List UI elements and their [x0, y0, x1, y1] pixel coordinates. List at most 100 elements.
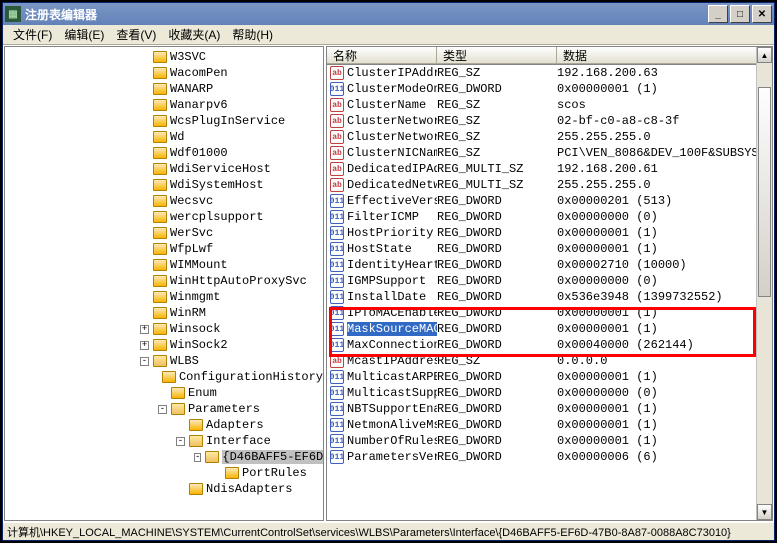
value-type: REG_SZ — [437, 354, 557, 368]
menu-file[interactable]: 文件(F) — [7, 24, 58, 45]
tree-item[interactable]: ConfigurationHistory — [5, 369, 323, 385]
list-row[interactable]: 011MulticastSupp...REG_DWORD0x00000000 (… — [327, 385, 772, 401]
list-row[interactable]: 011MulticastARPE...REG_DWORD0x00000001 (… — [327, 369, 772, 385]
list-row[interactable]: abDedicatedNetw...REG_MULTI_SZ255.255.25… — [327, 177, 772, 193]
string-value-icon: ab — [330, 146, 344, 160]
dword-value-icon: 011 — [330, 370, 344, 384]
tree-pane[interactable]: W3SVCWacomPenWANARPWanarpv6WcsPlugInServ… — [4, 46, 324, 521]
list-row[interactable]: 011ParametersVer...REG_DWORD0x00000006 (… — [327, 449, 772, 465]
tree-item[interactable]: WdiServiceHost — [5, 161, 323, 177]
list-row[interactable]: 011HostStateREG_DWORD0x00000001 (1) — [327, 241, 772, 257]
tree-item[interactable]: -{D46BAFF5-EF6D-47 — [5, 449, 323, 465]
expand-icon[interactable]: + — [140, 325, 149, 334]
tree-item[interactable]: WdiSystemHost — [5, 177, 323, 193]
statusbar-path: 计算机\HKEY_LOCAL_MACHINE\SYSTEM\CurrentCon… — [7, 524, 731, 540]
tree-item[interactable]: W3SVC — [5, 49, 323, 65]
tree-item[interactable]: PortRules — [5, 465, 323, 481]
tree-item[interactable]: WIMMount — [5, 257, 323, 273]
tree-item[interactable]: +WinSock2 — [5, 337, 323, 353]
value-name: DedicatedIPAd... — [347, 162, 437, 176]
list-row[interactable]: 011NumberOfRulesREG_DWORD0x00000001 (1) — [327, 433, 772, 449]
menu-help[interactable]: 帮助(H) — [226, 24, 279, 45]
list-row[interactable]: 011IdentityHeart...REG_DWORD0x00002710 (… — [327, 257, 772, 273]
tree-item[interactable]: Adapters — [5, 417, 323, 433]
tree-item[interactable]: Wd — [5, 129, 323, 145]
value-type: REG_DWORD — [437, 338, 557, 352]
list-row[interactable]: abMcastIPAddressREG_SZ0.0.0.0 — [327, 353, 772, 369]
titlebar[interactable]: ▦ 注册表编辑器 _ □ ✕ — [3, 3, 774, 25]
tree-item[interactable]: +Winsock — [5, 321, 323, 337]
tree-item[interactable]: WANARP — [5, 81, 323, 97]
list-row[interactable]: 011NetmonAliveMsgsREG_DWORD0x00000001 (1… — [327, 417, 772, 433]
folder-icon — [153, 163, 167, 175]
value-data: 02-bf-c0-a8-c8-3f — [557, 114, 772, 128]
list-row[interactable]: 011IGMPSupportREG_DWORD0x00000000 (0) — [327, 273, 772, 289]
tree-item[interactable]: - Parameters — [5, 401, 323, 417]
collapse-icon[interactable]: - — [140, 357, 149, 366]
dword-value-icon: 011 — [330, 322, 344, 336]
tree-item[interactable]: WcsPlugInService — [5, 113, 323, 129]
scroll-thumb[interactable] — [758, 87, 771, 297]
maximize-button[interactable]: □ — [730, 5, 750, 23]
column-name[interactable]: 名称 — [327, 47, 437, 64]
folder-icon — [153, 355, 167, 367]
collapse-icon[interactable]: - — [194, 453, 201, 462]
value-name: MaskSourceMAC — [347, 322, 437, 336]
expand-icon[interactable]: + — [140, 341, 149, 350]
tree-item[interactable]: WinHttpAutoProxySvc — [5, 273, 323, 289]
tree-item[interactable]: WinRM — [5, 305, 323, 321]
minimize-button[interactable]: _ — [708, 5, 728, 23]
tree-item[interactable]: wercplsupport — [5, 209, 323, 225]
tree-item[interactable]: -Interface — [5, 433, 323, 449]
tree-item[interactable]: Wanarpv6 — [5, 97, 323, 113]
menu-view[interactable]: 查看(V) — [110, 24, 162, 45]
tree-label: WdiServiceHost — [170, 162, 271, 176]
list-row[interactable]: 011EffectiveVersionREG_DWORD0x00000201 (… — [327, 193, 772, 209]
list-row[interactable]: 011MaxConnection...REG_DWORD0x00040000 (… — [327, 337, 772, 353]
tree-item[interactable]: -WLBS — [5, 353, 323, 369]
list-row[interactable]: 011ClusterModeOn...REG_DWORD0x00000001 (… — [327, 81, 772, 97]
collapse-icon[interactable]: - — [176, 437, 185, 446]
dword-value-icon: 011 — [330, 386, 344, 400]
list-row[interactable]: abClusterNetwor...REG_SZ255.255.255.0 — [327, 129, 772, 145]
close-button[interactable]: ✕ — [752, 5, 772, 23]
list-row[interactable]: abClusterNameREG_SZscos — [327, 97, 772, 113]
menu-edit[interactable]: 编辑(E) — [58, 24, 110, 45]
list-row[interactable]: 011InstallDateREG_DWORD0x536e3948 (13997… — [327, 289, 772, 305]
list-row[interactable]: 011NBTSupportEnableREG_DWORD0x00000001 (… — [327, 401, 772, 417]
scroll-down-button[interactable]: ▼ — [757, 504, 772, 520]
folder-icon — [189, 483, 203, 495]
list-row[interactable]: 011HostPriorityREG_DWORD0x00000001 (1) — [327, 225, 772, 241]
tree-item[interactable]: Enum — [5, 385, 323, 401]
value-type: REG_DWORD — [437, 370, 557, 384]
column-type[interactable]: 类型 — [437, 47, 557, 64]
tree-label: WacomPen — [170, 66, 228, 80]
scroll-up-button[interactable]: ▲ — [757, 47, 772, 63]
collapse-icon[interactable]: - — [158, 405, 167, 414]
tree-label: Parameters — [188, 402, 260, 416]
tree-item[interactable]: Winmgmt — [5, 289, 323, 305]
column-data[interactable]: 数据 — [557, 47, 772, 64]
tree-item[interactable]: WfpLwf — [5, 241, 323, 257]
tree-item[interactable]: WerSvc — [5, 225, 323, 241]
list-row[interactable]: 011IPToMACEnableREG_DWORD0x00000001 (1) — [327, 305, 772, 321]
tree-item[interactable]: Wecsvc — [5, 193, 323, 209]
vertical-scrollbar[interactable]: ▲ ▼ — [756, 47, 772, 520]
list-row[interactable]: abClusterNICNameREG_SZPCI\VEN_8086&DEV_1… — [327, 145, 772, 161]
list-row[interactable]: abDedicatedIPAd...REG_MULTI_SZ192.168.20… — [327, 161, 772, 177]
menu-favorites[interactable]: 收藏夹(A) — [162, 24, 226, 45]
list-row[interactable]: 011MaskSourceMACREG_DWORD0x00000001 (1) — [327, 321, 772, 337]
value-name: InstallDate — [347, 290, 426, 304]
tree-item[interactable]: WacomPen — [5, 65, 323, 81]
tree-item[interactable]: Wdf01000 — [5, 145, 323, 161]
value-type: REG_SZ — [437, 66, 557, 80]
dword-value-icon: 011 — [330, 418, 344, 432]
list-body[interactable]: abClusterIPAddressREG_SZ192.168.200.6301… — [327, 65, 772, 520]
tree-item[interactable]: NdisAdapters — [5, 481, 323, 497]
value-data: 192.168.200.63 — [557, 66, 772, 80]
folder-icon — [153, 307, 167, 319]
list-row[interactable]: 011FilterICMPREG_DWORD0x00000000 (0) — [327, 209, 772, 225]
folder-icon — [153, 179, 167, 191]
list-row[interactable]: abClusterNetwor...REG_SZ02-bf-c0-a8-c8-3… — [327, 113, 772, 129]
list-row[interactable]: abClusterIPAddressREG_SZ192.168.200.63 — [327, 65, 772, 81]
